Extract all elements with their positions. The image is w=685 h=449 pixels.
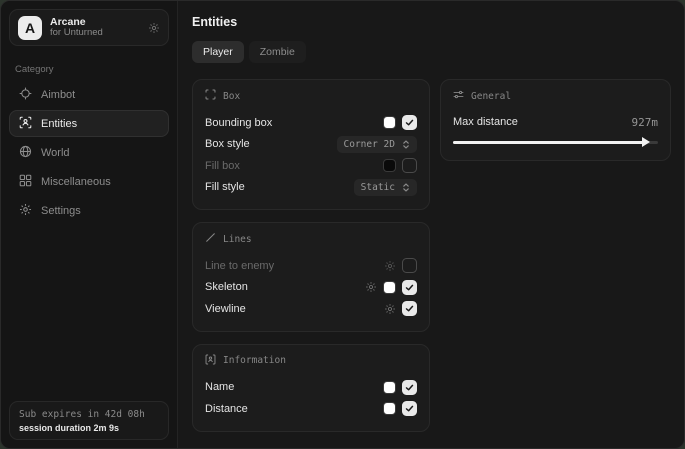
setting-label: Viewline bbox=[205, 303, 246, 315]
logo-card: A Arcane for Unturned bbox=[9, 9, 169, 46]
dropdown-value: Corner 2D bbox=[344, 139, 395, 150]
tab-zombie[interactable]: Zombie bbox=[249, 41, 306, 63]
gear-icon[interactable] bbox=[384, 303, 396, 315]
setting-label: Skeleton bbox=[205, 281, 248, 293]
sidebar-item-entities[interactable]: Entities bbox=[9, 110, 169, 137]
tab-player[interactable]: Player bbox=[192, 41, 244, 63]
setting-label: Fill style bbox=[205, 181, 245, 193]
gear-icon[interactable] bbox=[148, 22, 160, 34]
sidebar-item-world[interactable]: World bbox=[9, 139, 169, 166]
logo-text: Arcane for Unturned bbox=[50, 16, 140, 39]
category-label: Category bbox=[15, 64, 163, 75]
setting-label: Fill box bbox=[205, 160, 240, 172]
chevron-updown-icon bbox=[402, 183, 410, 192]
color-swatch[interactable] bbox=[383, 381, 396, 394]
sidebar-item-label: World bbox=[41, 147, 70, 159]
checkbox[interactable] bbox=[402, 115, 417, 130]
globe-icon bbox=[19, 145, 32, 161]
setting-row-bounding-box: Bounding box bbox=[205, 112, 417, 134]
sidebar-nav: Aimbot Entities bbox=[9, 81, 169, 224]
lines-card: Lines Line to enemy bbox=[192, 222, 430, 332]
gear-icon bbox=[19, 203, 32, 219]
color-swatch[interactable] bbox=[383, 116, 396, 129]
app-logo: A bbox=[18, 16, 42, 40]
slider-value: 927m bbox=[632, 116, 659, 129]
setting-row-box-style: Box style Corner 2D bbox=[205, 134, 417, 156]
setting-label: Name bbox=[205, 381, 234, 393]
slider-thumb[interactable] bbox=[642, 137, 650, 147]
sidebar-item-label: Miscellaneous bbox=[41, 176, 111, 188]
entity-tabs: Player Zombie bbox=[192, 41, 671, 63]
sidebar: A Arcane for Unturned Category bbox=[1, 1, 178, 448]
setting-row-line-to-enemy: Line to enemy bbox=[205, 255, 417, 277]
sidebar-item-label: Settings bbox=[41, 205, 81, 217]
color-swatch[interactable] bbox=[383, 281, 396, 294]
subscription-card: Sub expires in 42d 08h session duration … bbox=[9, 401, 169, 440]
card-title: General bbox=[471, 91, 511, 102]
app-subtitle: for Unturned bbox=[50, 28, 140, 39]
card-title: Information bbox=[223, 355, 286, 366]
app-window: A Arcane for Unturned Category bbox=[0, 0, 685, 449]
box-style-dropdown[interactable]: Corner 2D bbox=[337, 136, 417, 153]
sidebar-item-label: Entities bbox=[41, 118, 77, 130]
chevron-updown-icon bbox=[402, 140, 410, 149]
crosshair-icon bbox=[19, 87, 32, 103]
setting-row-fill-box: Fill box bbox=[205, 155, 417, 177]
max-distance-slider[interactable] bbox=[453, 135, 658, 149]
checkbox[interactable] bbox=[402, 380, 417, 395]
slider-track[interactable] bbox=[453, 141, 658, 144]
sidebar-item-miscellaneous[interactable]: Miscellaneous bbox=[9, 168, 169, 195]
checkbox[interactable] bbox=[402, 258, 417, 273]
card-title: Box bbox=[223, 91, 240, 102]
setting-row-distance: Distance bbox=[205, 398, 417, 420]
checkbox[interactable] bbox=[402, 158, 417, 173]
setting-label: Line to enemy bbox=[205, 260, 274, 272]
setting-row-viewline: Viewline bbox=[205, 298, 417, 320]
sub-expires-text: Sub expires in 42d 08h bbox=[19, 409, 159, 420]
gear-icon[interactable] bbox=[365, 281, 377, 293]
fill-style-dropdown[interactable]: Static bbox=[354, 179, 417, 196]
bounding-box-icon bbox=[205, 89, 216, 103]
page-title: Entities bbox=[192, 15, 671, 29]
gear-icon[interactable] bbox=[384, 260, 396, 272]
setting-label: Bounding box bbox=[205, 117, 272, 129]
color-swatch[interactable] bbox=[383, 402, 396, 415]
general-card: General Max distance 927m bbox=[440, 79, 671, 161]
setting-row-name: Name bbox=[205, 377, 417, 399]
information-card: Information Name Distance bbox=[192, 344, 430, 432]
info-person-icon bbox=[205, 354, 216, 368]
scan-person-icon bbox=[19, 116, 32, 132]
setting-label: Box style bbox=[205, 138, 250, 150]
color-swatch[interactable] bbox=[383, 159, 396, 172]
setting-row-max-distance: Max distance 927m bbox=[453, 112, 658, 132]
setting-label: Distance bbox=[205, 403, 248, 415]
grid-icon bbox=[19, 174, 32, 190]
setting-label: Max distance bbox=[453, 116, 518, 128]
setting-row-fill-style: Fill style Static bbox=[205, 177, 417, 199]
line-icon bbox=[205, 232, 216, 246]
sliders-icon bbox=[453, 89, 464, 103]
sidebar-item-aimbot[interactable]: Aimbot bbox=[9, 81, 169, 108]
sidebar-item-label: Aimbot bbox=[41, 89, 75, 101]
main-panel: Entities Player Zombie Box bbox=[178, 1, 684, 448]
checkbox[interactable] bbox=[402, 301, 417, 316]
setting-row-skeleton: Skeleton bbox=[205, 277, 417, 299]
box-card: Box Bounding box Box style bbox=[192, 79, 430, 210]
sidebar-item-settings[interactable]: Settings bbox=[9, 197, 169, 224]
slider-fill bbox=[453, 141, 644, 144]
checkbox[interactable] bbox=[402, 401, 417, 416]
session-duration-text: session duration 2m 9s bbox=[19, 423, 159, 433]
checkbox[interactable] bbox=[402, 280, 417, 295]
card-title: Lines bbox=[223, 234, 252, 245]
dropdown-value: Static bbox=[361, 182, 395, 193]
